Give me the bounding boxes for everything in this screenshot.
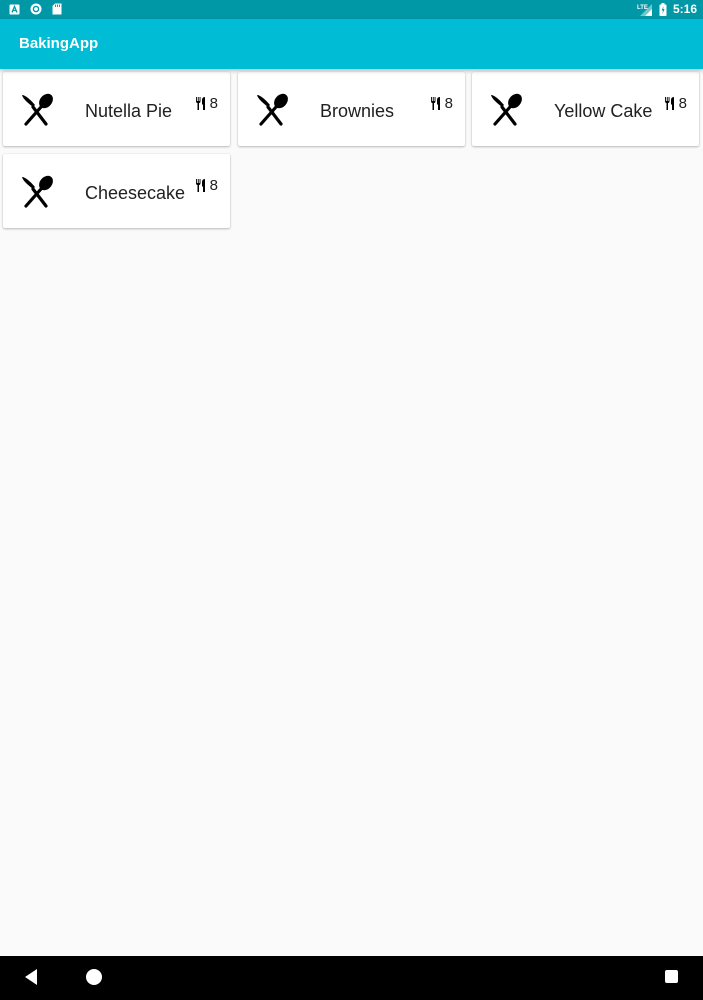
lte-signal-icon: LTE xyxy=(637,3,652,16)
restaurant-icon xyxy=(195,179,205,192)
cutlery-icon xyxy=(257,93,288,126)
status-system: LTE 5:16 xyxy=(637,2,697,16)
recipe-card-brownies[interactable]: Brownies 8 xyxy=(238,72,465,146)
restaurant-icon xyxy=(430,97,440,110)
cutlery-icon xyxy=(22,175,53,208)
app-title: BakingApp xyxy=(19,35,99,52)
servings-count: 8 xyxy=(678,95,687,112)
recipe-servings: 8 xyxy=(664,95,687,112)
recipe-name: Yellow Cake xyxy=(554,101,653,121)
status-bar: LTE 5:16 xyxy=(0,0,703,19)
servings-count: 8 xyxy=(444,95,453,112)
recipe-grid: Nutella Pie 8 Brownies 8 Yellow Cake 8 C… xyxy=(0,69,703,956)
app-bar: BakingApp xyxy=(0,19,703,69)
recipe-servings: 8 xyxy=(195,95,218,112)
recipe-servings: 8 xyxy=(430,95,453,112)
recipe-card-yellow-cake[interactable]: Yellow Cake 8 xyxy=(472,72,699,146)
sd-card-icon xyxy=(52,3,62,15)
status-notifications xyxy=(9,3,62,15)
recipe-card-nutella-pie[interactable]: Nutella Pie 8 xyxy=(3,72,230,146)
recipe-name: Cheesecake xyxy=(85,183,186,203)
sync-notification-icon xyxy=(30,3,42,15)
app-notification-icon xyxy=(9,4,20,14)
restaurant-icon xyxy=(664,97,674,110)
restaurant-icon xyxy=(195,97,205,110)
recipe-name: Nutella Pie xyxy=(85,101,173,121)
navigation-bar xyxy=(0,956,703,1000)
servings-count: 8 xyxy=(209,177,218,194)
recents-icon[interactable] xyxy=(664,969,679,984)
home-icon[interactable] xyxy=(85,968,103,986)
cutlery-icon xyxy=(491,93,522,126)
status-time: 5:16 xyxy=(672,2,697,16)
servings-count: 8 xyxy=(209,95,218,112)
battery-icon xyxy=(659,2,667,16)
back-icon[interactable] xyxy=(23,968,39,986)
recipe-card-cheesecake[interactable]: Cheesecake 8 xyxy=(3,154,230,228)
recipe-name: Brownies xyxy=(320,101,395,121)
cutlery-icon xyxy=(22,93,53,126)
recipe-servings: 8 xyxy=(195,177,218,194)
